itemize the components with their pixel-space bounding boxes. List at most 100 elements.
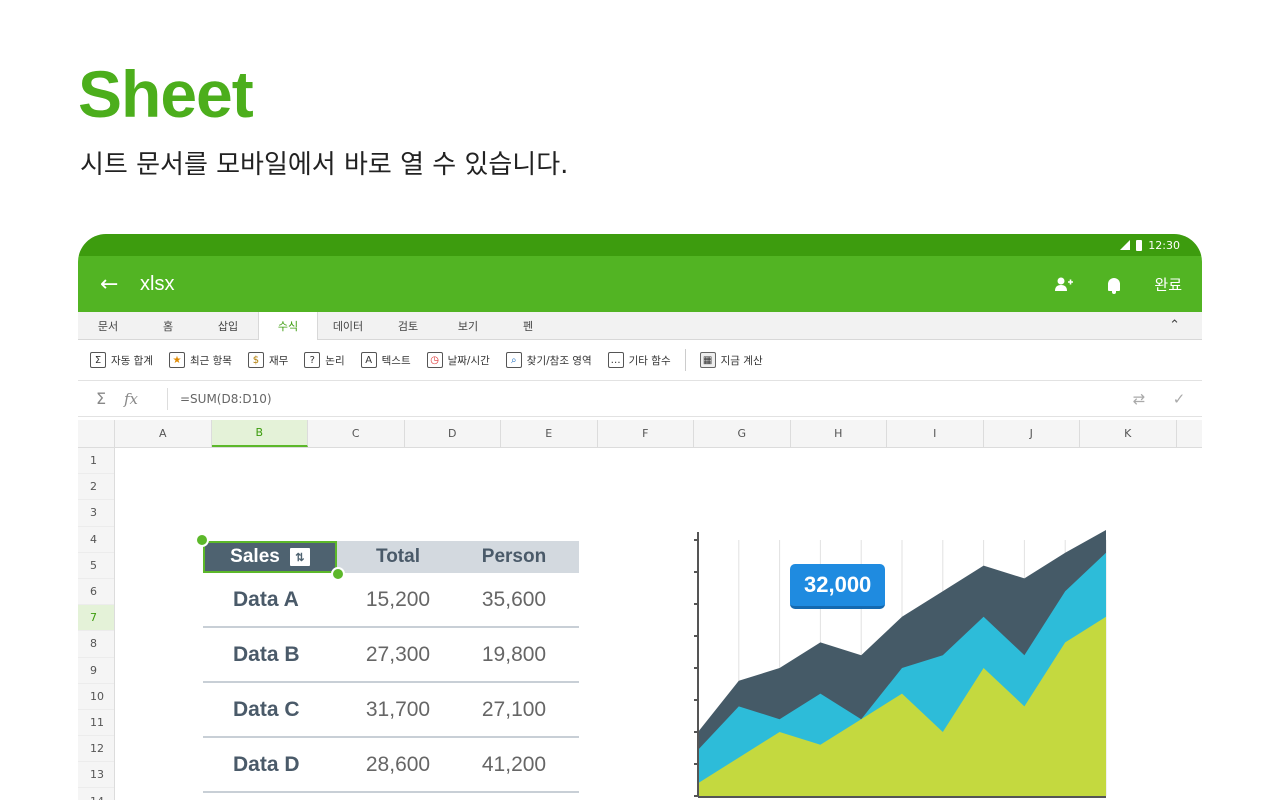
calculate-now-label: 지금 계산 xyxy=(720,354,763,367)
column-header-h[interactable]: H xyxy=(791,420,887,447)
sigma-icon[interactable]: Σ xyxy=(78,389,124,408)
column-header-g[interactable]: G xyxy=(694,420,791,447)
check-icon[interactable]: ✓ xyxy=(1156,390,1202,408)
status-bar: 12:30 xyxy=(78,234,1202,256)
recent-label: 최근 항목 xyxy=(189,354,232,367)
ribbon-tabs: 문서 홈 삽입 수식 데이터 검토 보기 펜 ⌃ xyxy=(78,312,1202,340)
sort-filter-icon[interactable]: ⇅ xyxy=(289,548,310,566)
column-header-j[interactable]: J xyxy=(984,420,1080,447)
bell-icon[interactable] xyxy=(1108,277,1121,294)
table-header-row: Sales ⇅ Total Person xyxy=(195,533,579,581)
row-header-2[interactable]: 2 xyxy=(78,474,114,501)
person-add-glyph xyxy=(1055,277,1074,291)
row-header-8[interactable]: 8 xyxy=(78,631,114,658)
row-name: Data A xyxy=(233,587,299,611)
row-header-4[interactable]: 4 xyxy=(78,527,114,553)
formula-ribbon: Σ 자동 합계 ★ 최근 항목 $ 재무 ? 논리 A 텍스트 ◷ 날짜/시간 ⌕ 찾기/참조… xyxy=(78,340,1202,381)
column-header-d[interactable]: D xyxy=(405,420,501,447)
row-person: 41,200 xyxy=(481,752,547,776)
logical-button[interactable]: ? 논리 xyxy=(304,352,345,368)
more-icon: … xyxy=(607,352,624,368)
tab-home[interactable]: 홈 xyxy=(138,312,198,339)
hero-title: Sheet xyxy=(78,57,254,131)
column-header-e[interactable]: E xyxy=(501,420,598,447)
tab-review[interactable]: 검토 xyxy=(378,312,438,339)
row-header-1[interactable]: 1 xyxy=(78,448,114,475)
row-person: 35,600 xyxy=(481,587,547,611)
recent-button[interactable]: ★ 최근 항목 xyxy=(168,352,232,368)
column-header-b[interactable]: B xyxy=(211,420,308,447)
tablet-frame: 12:30 ← xlsx 완료 문서 홈 삽입 수식 데이터 검토 보기 펜 ⌃… xyxy=(78,234,1202,800)
row-header-6[interactable]: 6 xyxy=(78,579,114,606)
row-total: 15,200 xyxy=(365,587,431,611)
selection-handle-top-left[interactable] xyxy=(195,533,209,547)
calculator-icon: ▦ xyxy=(699,352,716,368)
text-icon: A xyxy=(360,352,377,368)
tab-view[interactable]: 보기 xyxy=(438,312,498,339)
text-label: 텍스트 xyxy=(381,354,411,367)
hero-subtitle: 시트 문서를 모바일에서 바로 열 수 있습니다. xyxy=(80,150,569,180)
battery-icon xyxy=(1136,239,1143,251)
sales-table: Sales ⇅ Total Person Data A 15,200 35,60… xyxy=(195,533,579,793)
tab-pen[interactable]: 펜 xyxy=(498,312,558,339)
financial-button[interactable]: $ 재무 xyxy=(247,352,289,368)
table-row[interactable]: Data A 15,200 35,600 xyxy=(203,573,579,628)
row-headers: 1234567891011121314 xyxy=(78,448,115,800)
document-title: xlsx xyxy=(140,272,175,295)
column-header-i[interactable]: I xyxy=(887,420,984,447)
autosum-button[interactable]: Σ 자동 합계 xyxy=(90,352,153,368)
row-header-10[interactable]: 10 xyxy=(78,684,114,710)
row-header-11[interactable]: 11 xyxy=(78,710,114,737)
column-header-a[interactable]: A xyxy=(115,420,212,447)
row-header-9[interactable]: 9 xyxy=(78,658,114,684)
calculate-now-button[interactable]: ▦ 지금 계산 xyxy=(699,352,763,368)
fx-icon[interactable]: fx xyxy=(124,387,168,410)
sigma-icon: Σ xyxy=(90,352,106,368)
table-row[interactable]: Data B 27,300 19,800 xyxy=(203,628,579,683)
selected-cell-sales[interactable]: Sales ⇅ xyxy=(195,533,345,581)
select-all-corner[interactable] xyxy=(78,420,115,447)
row-header-14[interactable]: 14 xyxy=(78,788,114,800)
selection-handle-bottom-right[interactable] xyxy=(331,567,345,581)
text-button[interactable]: A 텍스트 xyxy=(360,352,411,368)
table-row[interactable]: Data D 28,600 41,200 xyxy=(203,738,579,793)
row-header-12[interactable]: 12 xyxy=(78,736,114,763)
header-sales: Sales xyxy=(230,546,280,567)
column-header-k[interactable]: K xyxy=(1080,420,1177,447)
row-total: 28,600 xyxy=(365,752,431,776)
done-button[interactable]: 완료 xyxy=(1154,274,1182,295)
area-chart[interactable]: 32,000 xyxy=(688,528,1118,800)
search-icon: ⌕ xyxy=(505,352,522,368)
row-header-3[interactable]: 3 xyxy=(78,500,114,527)
person-add-icon[interactable] xyxy=(1054,276,1074,292)
column-header-f[interactable]: F xyxy=(598,420,694,447)
column-header-c[interactable]: C xyxy=(308,420,405,447)
star-icon: ★ xyxy=(168,352,185,368)
app-bar: ← xlsx 완료 xyxy=(78,256,1202,312)
row-total: 31,700 xyxy=(365,697,431,721)
tab-formula[interactable]: 수식 xyxy=(258,312,318,340)
sheet-grid[interactable]: Sales ⇅ Total Person Data A 15,200 35,60… xyxy=(115,448,1202,800)
column-headers: ABCDEFGHIJK xyxy=(78,420,1202,448)
lookup-button[interactable]: ⌕ 찾기/참조 영역 xyxy=(505,352,592,368)
table-row[interactable]: Data C 31,700 27,100 xyxy=(203,683,579,738)
tab-data[interactable]: 데이터 xyxy=(318,312,378,339)
row-header-7[interactable]: 7 xyxy=(78,605,114,632)
row-person: 27,100 xyxy=(481,697,547,721)
financial-label: 재무 xyxy=(268,354,289,367)
formula-input[interactable]: =SUM(D8:D10) xyxy=(168,392,1122,406)
datetime-button[interactable]: ◷ 날짜/시간 xyxy=(426,352,490,368)
tab-insert[interactable]: 삽입 xyxy=(198,312,258,339)
arrow-left-icon[interactable]: ← xyxy=(100,272,140,297)
row-header-5[interactable]: 5 xyxy=(78,553,114,579)
area-chart-svg xyxy=(694,530,1107,798)
chevron-up-icon[interactable]: ⌃ xyxy=(1169,318,1180,333)
more-functions-button[interactable]: … 기타 함수 xyxy=(607,352,671,368)
header-person: Person xyxy=(481,546,547,567)
wrap-icon[interactable]: ⇄ xyxy=(1122,390,1156,408)
row-person: 19,800 xyxy=(481,642,547,666)
autosum-label: 자동 합계 xyxy=(111,354,153,367)
datetime-label: 날짜/시간 xyxy=(447,354,490,367)
tab-document[interactable]: 문서 xyxy=(78,312,138,339)
row-header-13[interactable]: 13 xyxy=(78,762,114,789)
